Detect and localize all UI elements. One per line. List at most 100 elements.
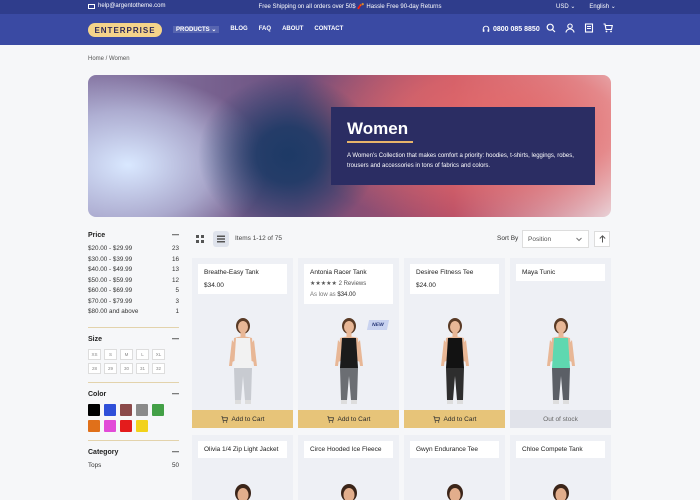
color-swatch[interactable] bbox=[136, 403, 148, 416]
product-image-wrap[interactable] bbox=[404, 316, 505, 408]
product-name[interactable]: Chloe Compete Tank bbox=[522, 445, 599, 454]
product-name[interactable]: Maya Tunic bbox=[522, 268, 599, 277]
product-card[interactable]: Breathe-Easy Tank $34.00 Add to Cart bbox=[192, 258, 293, 428]
collapse-icon: — bbox=[172, 232, 179, 239]
add-to-cart-button[interactable]: Add to Cart bbox=[192, 410, 293, 428]
product-name[interactable]: Gwyn Endurance Tee bbox=[416, 445, 493, 454]
color-swatch[interactable] bbox=[88, 403, 100, 416]
color-swatch[interactable] bbox=[136, 419, 148, 432]
category-option[interactable]: Tops 50 bbox=[88, 462, 179, 473]
cart-icon bbox=[326, 415, 334, 423]
color-swatch[interactable] bbox=[120, 419, 132, 432]
reviews-link[interactable]: 2 Reviews bbox=[339, 281, 367, 287]
grid-view-button[interactable] bbox=[192, 231, 208, 247]
product-name[interactable]: Breathe-Easy Tank bbox=[204, 268, 281, 277]
color-swatch[interactable] bbox=[152, 403, 164, 416]
size-filter-title: Size bbox=[88, 335, 103, 343]
price-label: $70.00 - $79.99 bbox=[88, 297, 133, 305]
size-option[interactable]: L bbox=[136, 348, 149, 360]
account-icon[interactable] bbox=[565, 23, 575, 33]
as-low-as-label: As low as bbox=[310, 292, 336, 298]
nav-blog[interactable]: BLOG bbox=[230, 26, 247, 33]
product-card[interactable]: Circe Hooded Ice Fleece bbox=[298, 435, 399, 500]
list-view-button[interactable] bbox=[213, 231, 229, 247]
chevron-down-icon bbox=[576, 237, 582, 242]
breadcrumb[interactable]: Home / Women bbox=[88, 56, 130, 62]
logo[interactable]: ENTERPRISE bbox=[88, 23, 162, 37]
price-count: 12 bbox=[171, 276, 179, 284]
product-image bbox=[440, 318, 469, 404]
search-icon[interactable] bbox=[546, 23, 556, 33]
price-option[interactable]: $50.00 - $59.99 12 bbox=[88, 277, 179, 288]
price-filter-header[interactable]: Price — bbox=[88, 232, 179, 239]
product-name[interactable]: Antonia Racer Tank bbox=[310, 268, 387, 277]
price-option[interactable]: $20.00 - $29.99 23 bbox=[88, 245, 179, 256]
size-option[interactable]: 30 bbox=[120, 362, 133, 374]
size-option[interactable]: S bbox=[104, 348, 117, 360]
size-options: XS S M L XL 28 29 30 31 32 bbox=[88, 348, 168, 374]
add-to-cart-button[interactable]: Add to Cart bbox=[298, 410, 399, 428]
nav-about[interactable]: ABOUT bbox=[282, 26, 303, 33]
sort-by-label: Sort By bbox=[497, 235, 519, 242]
price-option[interactable]: $30.00 - $39.99 16 bbox=[88, 256, 179, 267]
product-card[interactable]: Olivia 1/4 Zip Light Jacket bbox=[192, 435, 293, 500]
product-name[interactable]: Circe Hooded Ice Fleece bbox=[310, 445, 387, 454]
product-image-wrap[interactable] bbox=[298, 483, 399, 500]
nav-faq[interactable]: FAQ bbox=[259, 26, 271, 33]
compare-icon[interactable] bbox=[584, 23, 594, 33]
top-bar: help@argentotheme.com Free Shipping on a… bbox=[0, 0, 700, 14]
product-card[interactable]: Gwyn Endurance Tee bbox=[404, 435, 505, 500]
product-name[interactable]: Olivia 1/4 Zip Light Jacket bbox=[204, 445, 281, 454]
price-option[interactable]: $80.00 and above 1 bbox=[88, 308, 179, 319]
add-to-cart-button[interactable]: Add to Cart bbox=[404, 410, 505, 428]
product-image-wrap[interactable] bbox=[192, 316, 293, 408]
sort-select-value: Position bbox=[528, 236, 552, 243]
collapse-icon: — bbox=[172, 335, 179, 343]
sort-direction-button[interactable] bbox=[594, 231, 610, 247]
cart-icon[interactable] bbox=[603, 23, 613, 33]
product-card[interactable]: Maya Tunic Out of stock bbox=[510, 258, 611, 428]
product-info: Gwyn Endurance Tee bbox=[410, 441, 499, 458]
product-image-wrap[interactable] bbox=[510, 316, 611, 408]
price-option[interactable]: $60.00 - $69.99 5 bbox=[88, 287, 179, 298]
size-option[interactable]: 31 bbox=[136, 362, 149, 374]
size-option[interactable]: 28 bbox=[88, 362, 101, 374]
price-label: $20.00 - $29.99 bbox=[88, 245, 133, 252]
product-image bbox=[340, 484, 357, 500]
size-filter-header[interactable]: Size — bbox=[88, 336, 179, 343]
size-option[interactable]: 32 bbox=[152, 362, 165, 374]
price-option[interactable]: $40.00 - $49.99 13 bbox=[88, 266, 179, 277]
product-image-wrap[interactable] bbox=[404, 483, 505, 500]
product-image-wrap[interactable] bbox=[510, 483, 611, 500]
product-image bbox=[552, 484, 569, 500]
nav-contact[interactable]: CONTACT bbox=[314, 26, 343, 33]
filter-sidebar: Price — $20.00 - $29.99 23 $30.00 - $39.9… bbox=[88, 232, 179, 472]
language-switcher[interactable]: English ⌄ bbox=[589, 3, 615, 10]
color-swatch[interactable] bbox=[88, 419, 100, 432]
color-swatch[interactable] bbox=[104, 419, 116, 432]
currency-switcher[interactable]: USD ⌄ bbox=[556, 3, 575, 10]
price-option[interactable]: $70.00 - $79.99 3 bbox=[88, 298, 179, 309]
nav-products[interactable]: PRODUCTS ⌄ bbox=[173, 26, 220, 33]
product-image bbox=[334, 318, 363, 404]
category-label: Tops bbox=[88, 461, 102, 469]
size-option[interactable]: M bbox=[120, 348, 133, 360]
phone-link[interactable]: 0800 085 8850 bbox=[482, 25, 540, 33]
product-name[interactable]: Desiree Fitness Tee bbox=[416, 268, 493, 277]
product-card[interactable]: Desiree Fitness Tee $24.00 Add to Cart bbox=[404, 258, 505, 428]
product-card[interactable]: Chloe Compete Tank bbox=[510, 435, 611, 500]
product-image-wrap[interactable] bbox=[192, 483, 293, 500]
color-swatch[interactable] bbox=[104, 403, 116, 416]
color-swatch[interactable] bbox=[120, 403, 132, 416]
sort-select[interactable]: Position bbox=[522, 230, 589, 248]
category-filter-header[interactable]: Category — bbox=[88, 449, 179, 456]
size-option[interactable]: XL bbox=[152, 348, 165, 360]
product-card[interactable]: Antonia Racer Tank ★★★★★ 2 Reviews As low … bbox=[298, 258, 399, 428]
size-option[interactable]: XS bbox=[88, 348, 101, 360]
color-filter-header[interactable]: Color — bbox=[88, 391, 179, 398]
category-filter-title: Category bbox=[88, 448, 119, 456]
price-filter-title: Price bbox=[88, 232, 106, 239]
product-info: Chloe Compete Tank bbox=[516, 441, 605, 458]
size-option[interactable]: 29 bbox=[104, 362, 117, 374]
add-to-cart-label: Add to Cart bbox=[231, 415, 265, 423]
